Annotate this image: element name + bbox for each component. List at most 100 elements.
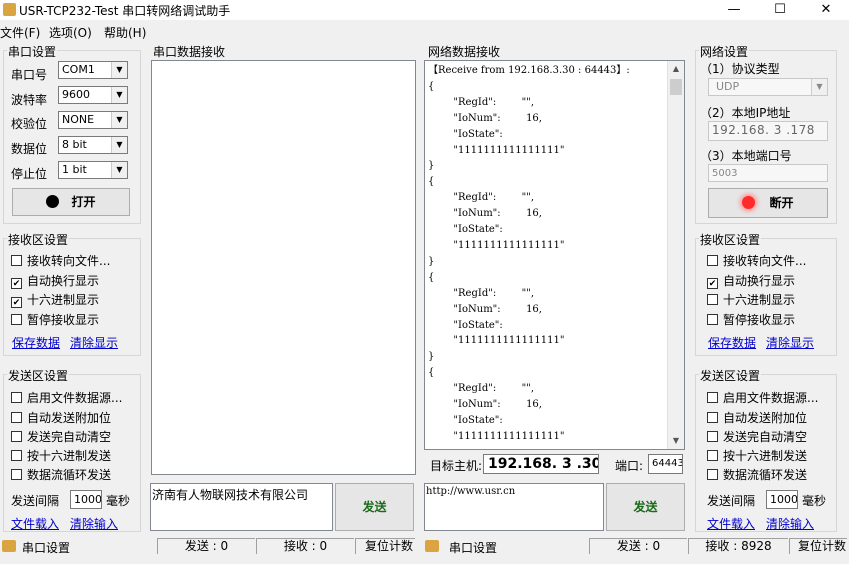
serial-clear-display-link[interactable]: 清除显示 <box>70 334 118 351</box>
checkbox-label: 十六进制显示 <box>723 293 796 307</box>
parity-value: NONE <box>62 113 95 126</box>
serial-clear-input-link[interactable]: 清除输入 <box>70 515 118 532</box>
serial-recv-textarea[interactable] <box>151 60 416 475</box>
serial-file-source-checkbox[interactable]: 启用文件数据源... <box>11 389 122 406</box>
serial-recv-settings-title: 接收区设置 <box>7 231 70 248</box>
net-recv-content: 【Receive from 192.168.3.30 : 64443】: { "… <box>428 65 630 442</box>
net-interval-unit: 毫秒 <box>802 494 827 508</box>
net-recv-textarea[interactable]: 【Receive from 192.168.3.30 : 64443】: { "… <box>424 60 685 450</box>
stopbits-value: 1 bit <box>62 163 87 176</box>
serial-pause-checkbox[interactable]: 暂停接收显示 <box>11 311 99 328</box>
net-load-file-link[interactable]: 文件载入 <box>707 515 755 532</box>
app-icon <box>3 3 16 16</box>
title-bar: USR-TCP232-Test 串口转网络调试助手 — ☐ ✕ <box>0 0 849 20</box>
net-interval-input[interactable]: 1000 <box>766 490 798 509</box>
checkbox-box <box>11 412 22 423</box>
chevron-down-icon: ▼ <box>811 79 827 95</box>
serial-reset-count-button[interactable]: 复位计数 <box>355 538 415 554</box>
stopbits-select[interactable]: 1 bit ▼ <box>58 161 128 179</box>
port-value: COM1 <box>62 63 95 76</box>
net-save-data-link[interactable]: 保存数据 <box>708 334 756 351</box>
checkbox-label: 接收转向文件... <box>27 254 111 268</box>
checkbox-box <box>707 469 718 480</box>
serial-interval-unit: 毫秒 <box>106 494 131 508</box>
serial-settings-group: 串口设置 串口号 COM1 ▼ 波特率 9600 ▼ 校验位 NONE ▼ 数据位 8… <box>3 43 141 224</box>
net-file-source-checkbox[interactable]: 启用文件数据源... <box>707 389 818 406</box>
stopbits-label: 停止位 <box>11 167 48 181</box>
checkbox-label: 自动发送附加位 <box>723 411 808 425</box>
menu-help[interactable]: 帮助(H) <box>104 24 146 41</box>
net-hex-send-checkbox[interactable]: 按十六进制发送 <box>707 447 807 464</box>
databits-label: 数据位 <box>11 142 48 156</box>
baud-select[interactable]: 9600 ▼ <box>58 86 128 104</box>
serial-auto-newline-checkbox[interactable]: ✔ 自动换行显示 <box>11 272 99 289</box>
databits-value: 8 bit <box>62 138 87 151</box>
port-select[interactable]: COM1 ▼ <box>58 61 128 79</box>
maximize-button[interactable]: ☐ <box>757 0 803 20</box>
scroll-thumb[interactable] <box>670 79 682 95</box>
net-redirect-checkbox[interactable]: 接收转向文件... <box>707 252 806 269</box>
target-host-label: 目标主机: <box>430 459 483 473</box>
serial-status-label: 串口设置 <box>22 541 71 555</box>
net-send-button[interactable]: 发送 <box>606 483 685 531</box>
checkbox-label: 数据流循环发送 <box>723 468 808 482</box>
scroll-down-icon[interactable]: ▼ <box>668 433 684 449</box>
target-host-input[interactable]: 192.168. 3 .30 <box>483 454 599 474</box>
disconnect-button[interactable]: 断开 <box>708 188 828 218</box>
net-pause-checkbox[interactable]: 暂停接收显示 <box>707 311 795 328</box>
close-button[interactable]: ✕ <box>803 0 849 20</box>
scroll-up-icon[interactable]: ▲ <box>668 61 684 77</box>
net-sent-count: 发送 : 0 <box>589 538 687 554</box>
serial-hex-send-checkbox[interactable]: 按十六进制发送 <box>11 447 111 464</box>
status-led-icon <box>46 195 60 208</box>
net-auto-newline-checkbox[interactable]: ✔ 自动换行显示 <box>707 272 795 289</box>
checkbox-box <box>707 255 718 266</box>
net-send-settings-group: 发送区设置 启用文件数据源... 自动发送附加位 发送完自动清空 按十六进制发送… <box>695 367 837 532</box>
serial-send-button[interactable]: 发送 <box>335 483 414 531</box>
checkbox-label: 按十六进制发送 <box>723 449 808 463</box>
net-reset-count-button[interactable]: 复位计数 <box>789 538 847 554</box>
serial-auto-clear-checkbox[interactable]: 发送完自动清空 <box>11 428 111 445</box>
serial-loop-send-checkbox[interactable]: 数据流循环发送 <box>11 466 111 483</box>
net-recv-scrollbar[interactable]: ▲ ▼ <box>667 61 684 449</box>
menu-file[interactable]: 文件(F) <box>0 24 40 41</box>
databits-select[interactable]: 8 bit ▼ <box>58 136 128 154</box>
checkbox-box <box>11 392 22 403</box>
serial-recv-title: 串口数据接收 <box>152 43 227 60</box>
checkbox-label: 启用文件数据源... <box>723 391 819 405</box>
open-port-button[interactable]: 打开 <box>12 188 130 216</box>
serial-send-textarea[interactable]: 济南有人物联网技术有限公司 <box>150 483 333 531</box>
local-port-input[interactable]: 5003 <box>708 164 828 182</box>
serial-save-data-link[interactable]: 保存数据 <box>12 334 60 351</box>
menu-options[interactable]: 选项(O) <box>49 24 92 41</box>
checkbox-label: 自动换行显示 <box>723 274 796 288</box>
net-hex-display-checkbox[interactable]: 十六进制显示 <box>707 291 795 308</box>
net-status-label: 串口设置 <box>449 541 498 555</box>
serial-redirect-checkbox[interactable]: 接收转向文件... <box>11 252 110 269</box>
checkbox-label: 暂停接收显示 <box>27 313 100 327</box>
checkbox-box <box>11 450 22 461</box>
serial-interval-input[interactable]: 1000 <box>70 490 102 509</box>
status-led-icon <box>742 196 756 209</box>
parity-select[interactable]: NONE ▼ <box>58 111 128 129</box>
checkbox-box <box>11 314 22 325</box>
net-recv-title: 网络数据接收 <box>427 43 502 60</box>
net-send-textarea[interactable]: http://www.usr.cn <box>424 483 604 531</box>
checkbox-box <box>707 314 718 325</box>
serial-hex-display-checkbox[interactable]: ✔ 十六进制显示 <box>11 291 99 308</box>
local-ip-input[interactable]: 192.168. 3 .178 <box>708 121 828 141</box>
net-auto-clear-checkbox[interactable]: 发送完自动清空 <box>707 428 807 445</box>
target-port-input[interactable]: 64443 <box>648 454 683 474</box>
net-auto-append-checkbox[interactable]: 自动发送附加位 <box>707 409 807 426</box>
minimize-button[interactable]: — <box>711 0 757 20</box>
check-icon: ✔ <box>707 278 718 289</box>
net-recv-count: 接收 : 8928 <box>688 538 788 554</box>
net-send-settings-title: 发送区设置 <box>699 367 762 384</box>
serial-send-settings-title: 发送区设置 <box>7 367 70 384</box>
serial-auto-append-checkbox[interactable]: 自动发送附加位 <box>11 409 111 426</box>
net-clear-input-link[interactable]: 清除输入 <box>766 515 814 532</box>
protocol-select[interactable]: UDP ▼ <box>708 78 828 96</box>
net-loop-send-checkbox[interactable]: 数据流循环发送 <box>707 466 807 483</box>
serial-load-file-link[interactable]: 文件载入 <box>11 515 59 532</box>
net-clear-display-link[interactable]: 清除显示 <box>766 334 814 351</box>
